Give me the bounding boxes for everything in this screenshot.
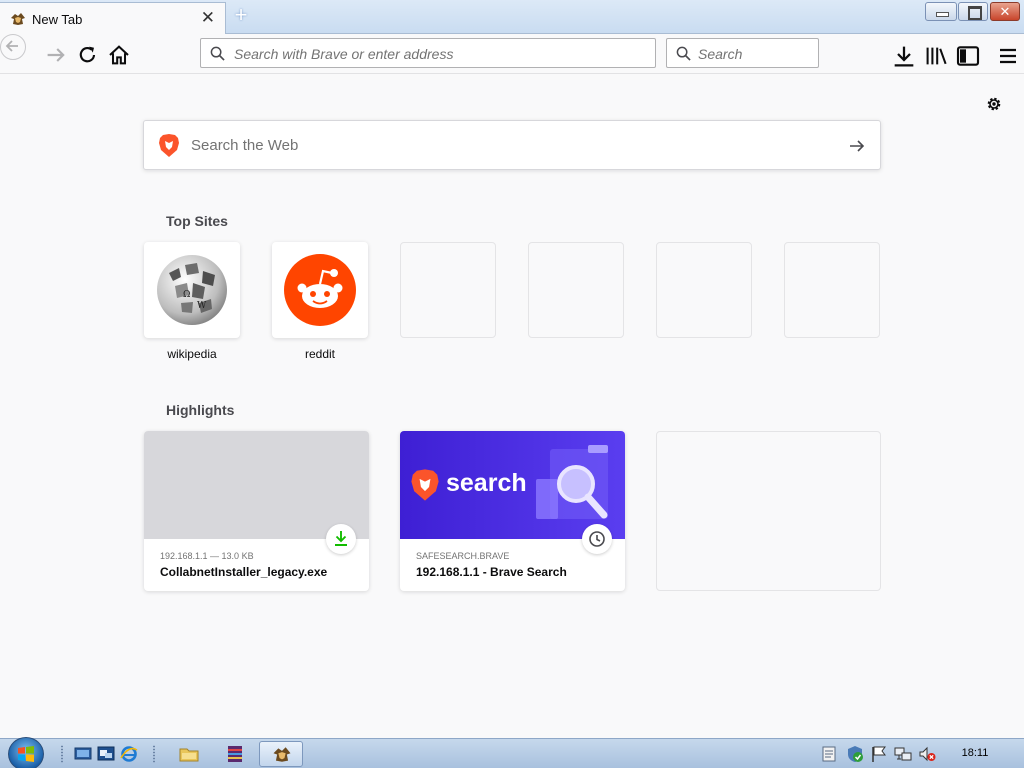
home-icon[interactable] (107, 43, 131, 67)
action-center-flag-icon[interactable] (870, 745, 888, 763)
system-clock[interactable]: 18:11 (948, 747, 1002, 759)
sidebar-icon[interactable] (956, 44, 980, 68)
card-title: CollabnetInstaller_legacy.exe (160, 565, 328, 579)
web-search-placeholder: Search the Web (191, 137, 299, 154)
toolbar-grip[interactable] (60, 745, 64, 763)
top-site-empty-slot (784, 242, 880, 338)
close-tab-icon[interactable]: ✕ (201, 9, 215, 27)
top-sites-heading: Top Sites (166, 213, 228, 229)
reload-icon[interactable] (76, 43, 100, 67)
top-site-empty-slot (400, 242, 496, 338)
toolbar-grip[interactable] (152, 745, 156, 763)
search-bar[interactable]: Search (666, 38, 819, 68)
clock-icon (589, 531, 605, 547)
minimize-button[interactable] (925, 2, 957, 21)
brave-logo-icon (159, 134, 179, 157)
tab-new-tab[interactable]: New Tab ✕ (0, 2, 226, 34)
card-thumbnail: search (400, 431, 625, 539)
archive-app-icon[interactable] (225, 744, 245, 764)
volume-muted-icon[interactable] (918, 745, 936, 763)
taskbar-browser-button[interactable] (259, 741, 303, 767)
wikipedia-globe-icon: Ω W (157, 255, 227, 325)
highlight-card-brave-search[interactable]: search SAFESEARCH.BRAVE 192.168.1.1 - Br… (400, 431, 625, 591)
history-badge (582, 524, 612, 554)
arrow-right-icon[interactable] (848, 137, 866, 155)
svg-text:Ω: Ω (183, 290, 190, 300)
show-desktop-icon[interactable] (74, 745, 92, 763)
windows-logo-icon (18, 746, 34, 762)
back-button[interactable] (0, 34, 26, 60)
address-placeholder: Search with Brave or enter address (234, 46, 454, 62)
clipboard-tray-icon[interactable] (822, 746, 836, 762)
network-icon[interactable] (894, 745, 912, 763)
new-tab-button[interactable]: + (231, 4, 251, 28)
brave-lion-icon (11, 13, 25, 25)
svg-text:W: W (197, 301, 207, 311)
folder-icon[interactable] (179, 744, 199, 764)
highlight-card-download[interactable]: 192.168.1.1 — 13.0 KB CollabnetInstaller… (144, 431, 369, 591)
highlight-empty-slot (656, 431, 881, 591)
card-title: 192.168.1.1 - Brave Search (416, 565, 567, 579)
tab-strip: New Tab ✕ + (0, 0, 1024, 34)
card-context: 192.168.1.1 — 13.0 KB (160, 551, 254, 561)
menu-icon[interactable] (996, 44, 1020, 68)
brave-lion-icon (273, 747, 291, 762)
gear-icon[interactable] (985, 95, 1003, 113)
download-badge (326, 524, 356, 554)
address-bar[interactable]: Search with Brave or enter address (200, 38, 656, 68)
top-site-wikipedia[interactable]: Ω W (144, 242, 240, 338)
search-placeholder: Search (698, 46, 743, 62)
search-illustration-icon (536, 445, 608, 519)
brave-search-wordmark: search (446, 469, 527, 497)
start-button[interactable] (8, 737, 44, 768)
search-icon (676, 46, 691, 61)
windows-taskbar: 18:11 (0, 737, 1024, 768)
reddit-alien-icon (284, 254, 356, 326)
close-window-button[interactable] (990, 2, 1020, 21)
navigation-toolbar: Search with Brave or enter address Searc… (0, 34, 1024, 74)
maximize-button[interactable] (958, 2, 988, 21)
forward-icon[interactable] (44, 43, 68, 67)
card-context: SAFESEARCH.BRAVE (416, 551, 510, 561)
back-icon (5, 40, 18, 52)
search-icon (210, 46, 225, 61)
switch-windows-icon[interactable] (97, 745, 115, 763)
download-icon[interactable] (892, 44, 916, 68)
internet-explorer-icon[interactable] (120, 745, 138, 763)
web-search-box[interactable]: Search the Web (143, 120, 881, 170)
download-icon (335, 531, 347, 546)
card-thumbnail (144, 431, 369, 539)
brave-logo-icon (411, 469, 439, 501)
highlights-heading: Highlights (166, 402, 235, 418)
library-icon[interactable] (924, 44, 948, 68)
security-shield-icon[interactable] (846, 745, 864, 763)
top-site-label: wikipedia (167, 347, 217, 361)
tab-title: New Tab (32, 12, 83, 27)
top-site-reddit[interactable] (272, 242, 368, 338)
top-site-empty-slot (656, 242, 752, 338)
top-site-empty-slot (528, 242, 624, 338)
top-site-label: reddit (304, 347, 336, 361)
